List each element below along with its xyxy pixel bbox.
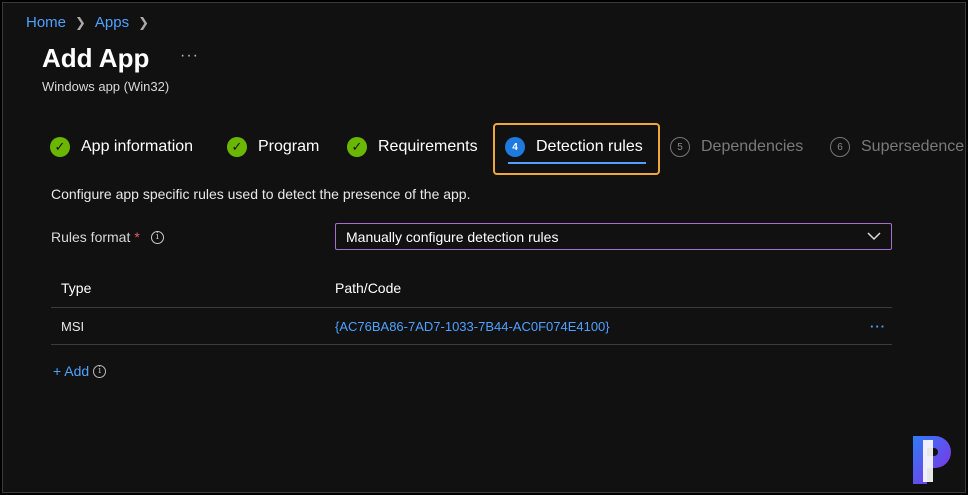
rule-type: MSI bbox=[61, 319, 85, 334]
brand-logo-icon bbox=[913, 436, 951, 484]
tab-label: Dependencies bbox=[701, 138, 804, 155]
add-rule-link[interactable]: + Add i bbox=[53, 363, 107, 379]
ellipsis-icon[interactable]: ··· bbox=[870, 319, 886, 334]
chevron-down-icon bbox=[867, 232, 881, 241]
rule-path-link[interactable]: {AC76BA86-7AD7-1033-7B44-AC0F074E4100} bbox=[335, 319, 610, 334]
tab-label: Requirements bbox=[378, 138, 478, 155]
info-icon[interactable]: i bbox=[150, 230, 164, 244]
tab-label: Supersedence ( bbox=[861, 138, 966, 155]
info-icon[interactable]: i bbox=[93, 364, 107, 378]
rules-format-dropdown[interactable]: Manually configure detection rules bbox=[335, 223, 892, 250]
tab-program[interactable]: ✓ Program bbox=[227, 137, 319, 157]
table-header: Type Path/Code bbox=[51, 269, 892, 308]
check-icon: ✓ bbox=[50, 137, 70, 157]
wizard-steps: ✓ App information ✓ Program ✓ Requiremen… bbox=[50, 123, 966, 175]
check-icon: ✓ bbox=[227, 137, 247, 157]
tab-dependencies[interactable]: 5 Dependencies bbox=[670, 137, 803, 157]
chevron-right-icon: ❯ bbox=[138, 14, 150, 30]
section-description: Configure app specific rules used to det… bbox=[51, 186, 471, 202]
table-row: MSI {AC76BA86-7AD7-1033-7B44-AC0F074E410… bbox=[51, 308, 892, 345]
column-header-path: Path/Code bbox=[335, 280, 402, 296]
tab-label: App information bbox=[81, 138, 194, 155]
step-number-badge: 6 bbox=[830, 137, 850, 157]
rules-format-selected: Manually configure detection rules bbox=[346, 229, 559, 245]
tab-requirements[interactable]: ✓ Requirements bbox=[347, 137, 478, 157]
tab-supersedence[interactable]: 6 Supersedence ( bbox=[830, 137, 966, 157]
tab-label: Detection rules bbox=[536, 138, 643, 155]
check-icon: ✓ bbox=[347, 137, 367, 157]
tab-label: Program bbox=[258, 138, 320, 155]
add-rule-label: + Add bbox=[53, 363, 90, 379]
breadcrumb: Home ❯ Apps ❯ bbox=[26, 14, 158, 31]
breadcrumb-home[interactable]: Home bbox=[26, 14, 66, 31]
column-header-type: Type bbox=[61, 280, 92, 296]
rules-format-text: Rules format bbox=[51, 229, 131, 245]
step-number-badge: 4 bbox=[505, 137, 525, 157]
step-number-badge: 5 bbox=[670, 137, 690, 157]
tab-app-information[interactable]: ✓ App information bbox=[50, 137, 193, 157]
tab-detection-rules[interactable]: 4 Detection rules bbox=[505, 137, 643, 157]
required-indicator: * bbox=[134, 229, 140, 245]
app-window: Home ❯ Apps ❯ Add App ··· Windows app (W… bbox=[2, 2, 966, 493]
detection-rules-table: Type Path/Code MSI {AC76BA86-7AD7-1033-7… bbox=[51, 269, 892, 345]
ellipsis-icon[interactable]: ··· bbox=[180, 47, 199, 65]
active-step-underline bbox=[508, 162, 646, 164]
page-title: Add App bbox=[42, 43, 150, 73]
breadcrumb-apps[interactable]: Apps bbox=[95, 14, 129, 31]
page-subtitle: Windows app (Win32) bbox=[42, 79, 170, 94]
chevron-right-icon: ❯ bbox=[75, 14, 86, 30]
rules-format-label: Rules format * i bbox=[51, 229, 164, 245]
